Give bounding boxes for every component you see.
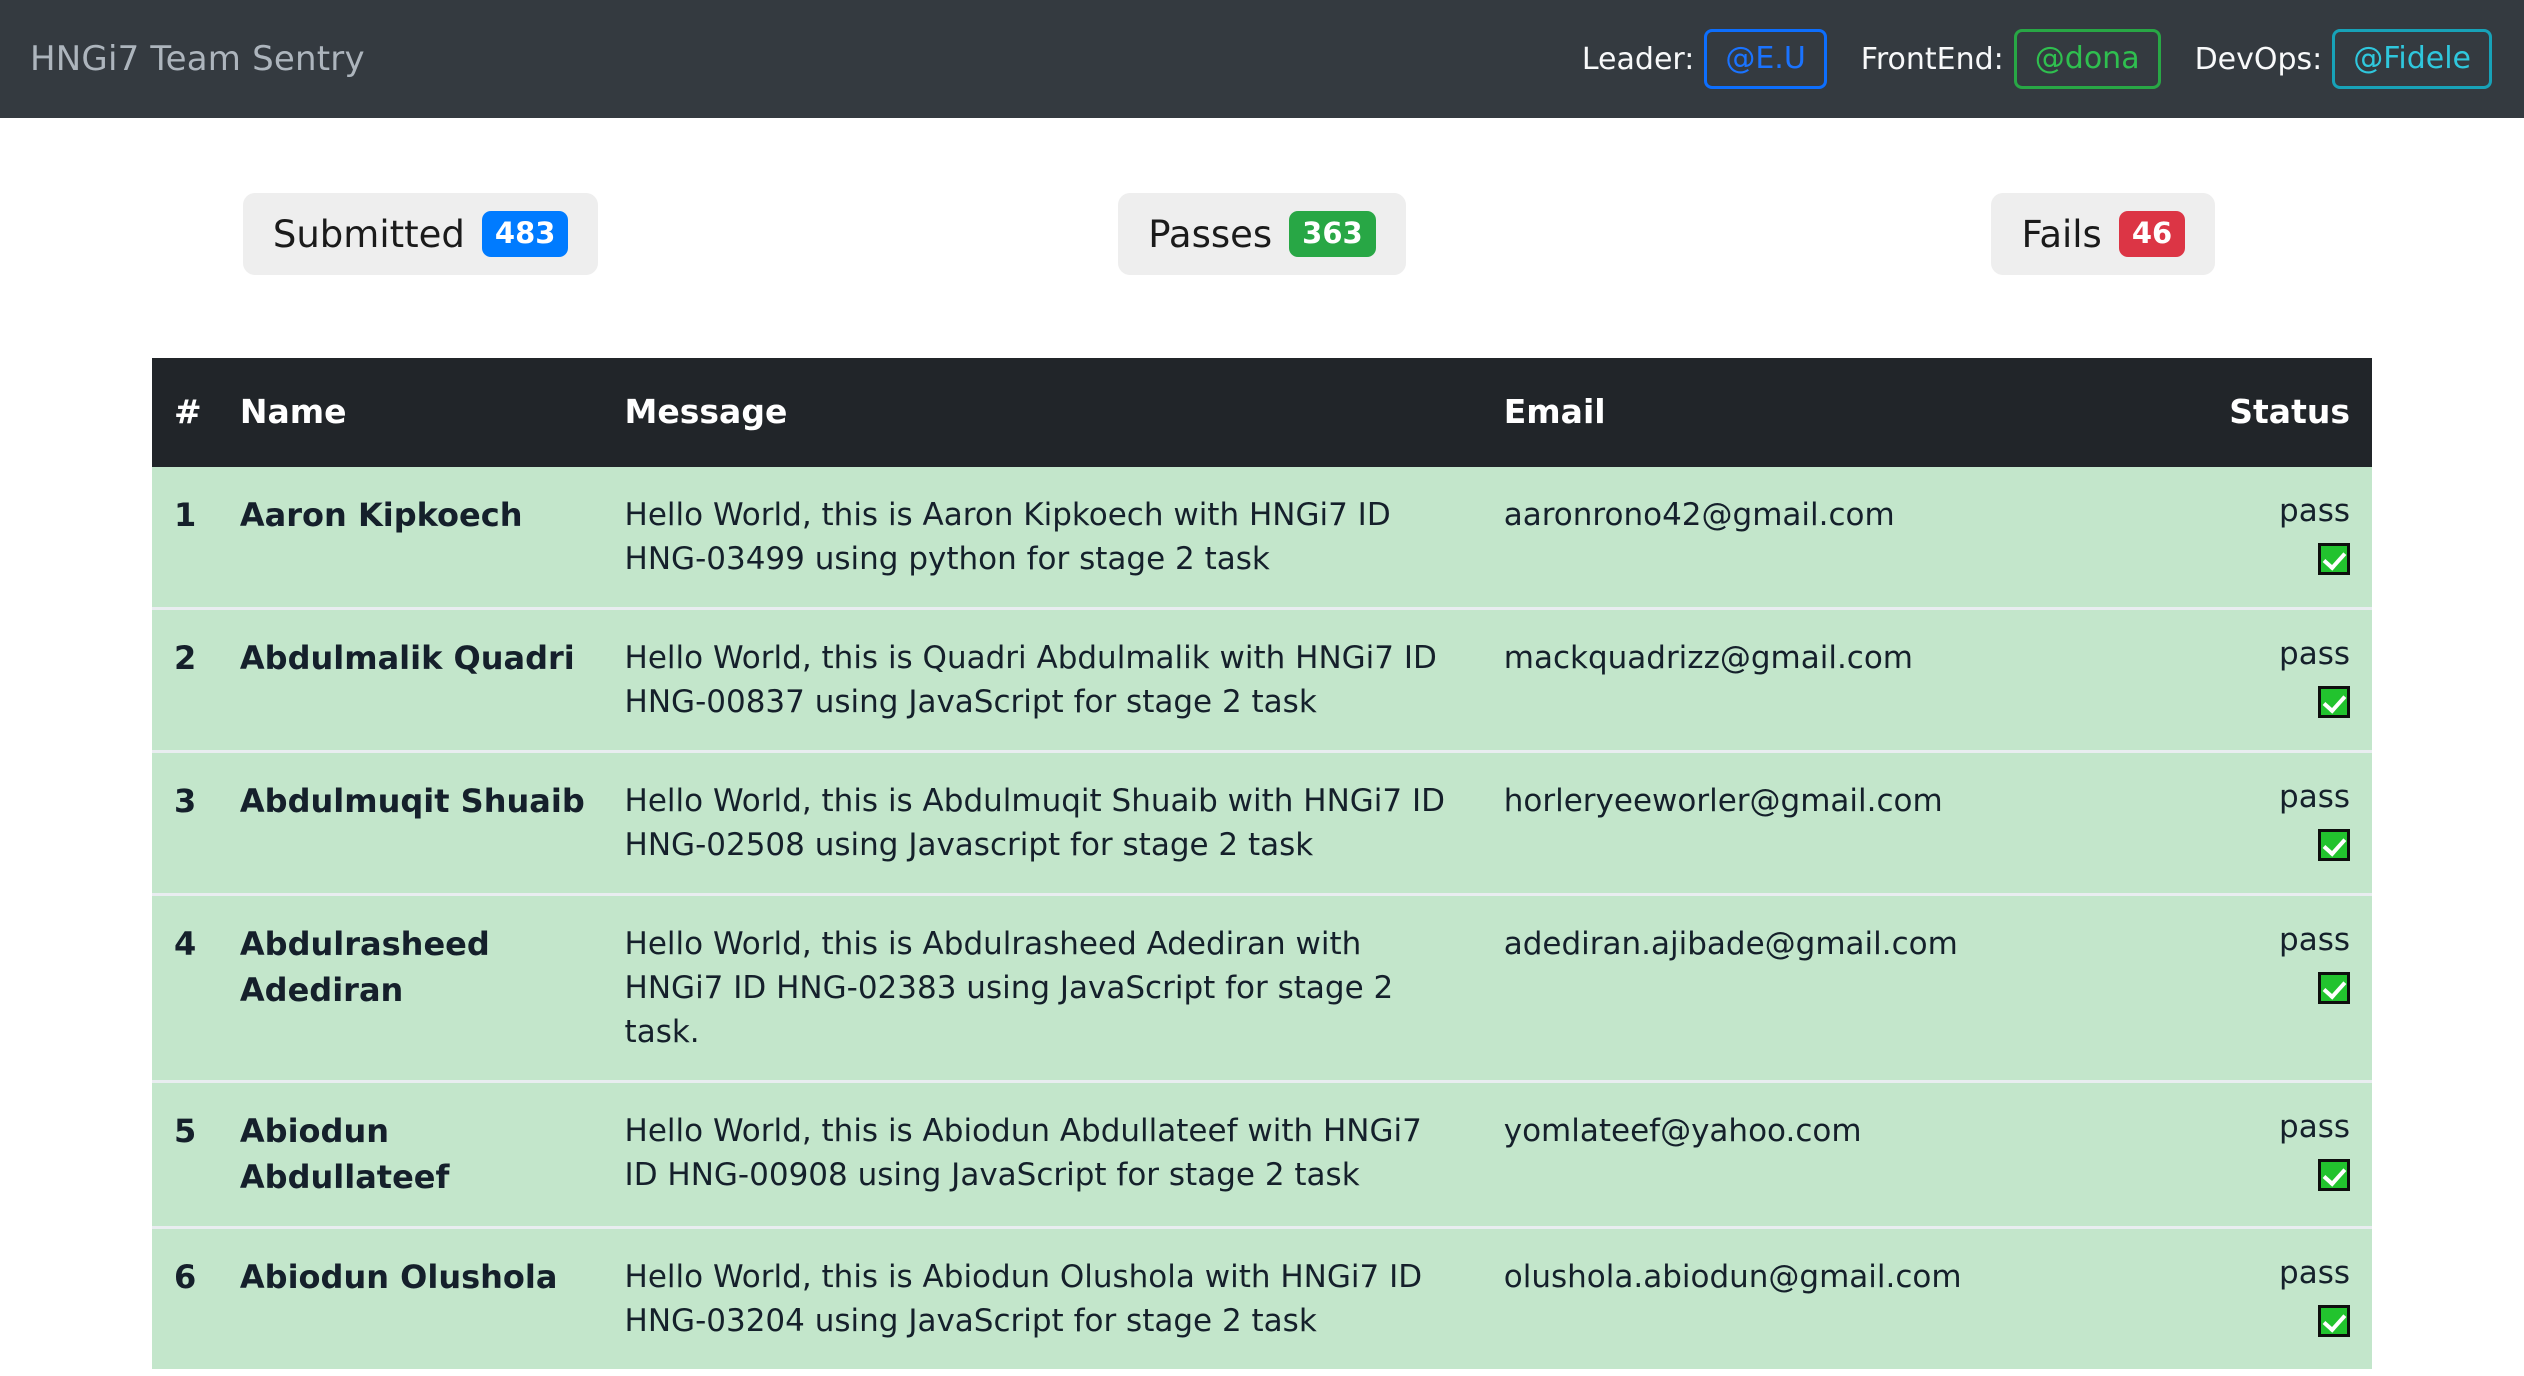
- row-status-text: pass: [2279, 1109, 2350, 1146]
- row-number: 4: [152, 893, 240, 1082]
- row-number: 3: [152, 750, 240, 895]
- stat-fails-count-badge: 46: [2118, 211, 2186, 257]
- leader-handle-button[interactable]: @E.U: [1704, 29, 1827, 89]
- row-name: Abdulmuqit Shuaib: [239, 750, 625, 895]
- row-email: olushola.abiodun@gmail.com: [1503, 1226, 2208, 1370]
- row-status-cell: pass: [2207, 607, 2372, 752]
- submissions-table-container: # Name Message Email Status 1 Aaron Kipk…: [152, 358, 2372, 1370]
- row-status-text: pass: [2279, 636, 2350, 673]
- row-name: Abdulmalik Quadri: [239, 607, 625, 752]
- stat-passes[interactable]: Passes 363: [1118, 193, 1406, 275]
- navbar-member-leader: Leader: @E.U: [1582, 29, 1827, 89]
- navbar-member-frontend: FrontEnd: @dona: [1861, 29, 2161, 89]
- row-number: 6: [152, 1226, 240, 1370]
- row-status-text: pass: [2279, 493, 2350, 529]
- row-status-cell: pass: [2207, 1080, 2372, 1228]
- check-mark-button-icon: [2318, 542, 2350, 575]
- table-row: 4 Abdulrasheed Adediran Hello World, thi…: [152, 893, 2372, 1082]
- devops-handle-button[interactable]: @Fidele: [2332, 29, 2492, 89]
- row-status-cell: pass: [2207, 750, 2372, 895]
- check-mark-button-icon: [2318, 685, 2350, 718]
- row-message: Hello World, this is Aaron Kipkoech with…: [624, 467, 1504, 609]
- submissions-table: # Name Message Email Status 1 Aaron Kipk…: [152, 358, 2372, 1370]
- row-number: 5: [152, 1080, 240, 1228]
- header-email[interactable]: Email: [1503, 358, 2208, 467]
- table-head: # Name Message Email Status: [152, 358, 2372, 467]
- header-number[interactable]: #: [152, 358, 240, 467]
- app-brand-title: HNGi7 Team Sentry: [30, 39, 365, 79]
- stats-summary-bar: Submitted 483 Passes 363 Fails 46: [0, 118, 2524, 358]
- table-row: 6 Abiodun Olushola Hello World, this is …: [152, 1226, 2372, 1370]
- row-status-text: pass: [2279, 922, 2350, 959]
- row-email: aaronrono42@gmail.com: [1503, 467, 2208, 609]
- top-navbar: HNGi7 Team Sentry Leader: @E.U FrontEnd:…: [0, 0, 2524, 118]
- table-header-row: # Name Message Email Status: [152, 358, 2372, 467]
- leader-role-label: Leader:: [1581, 41, 1695, 77]
- row-email: yomlateef@yahoo.com: [1503, 1080, 2208, 1228]
- header-message[interactable]: Message: [624, 358, 1504, 467]
- check-mark-button-icon: [2318, 1304, 2350, 1337]
- stat-cell-submitted: Submitted 483: [0, 193, 841, 275]
- row-status-text: pass: [2279, 779, 2350, 816]
- navbar-member-list: Leader: @E.U FrontEnd: @dona DevOps: @Fi…: [1548, 29, 2492, 89]
- stat-passes-label: Passes: [1148, 212, 1273, 256]
- row-message: Hello World, this is Abiodun Abdullateef…: [624, 1080, 1504, 1228]
- row-message: Hello World, this is Abdulmuqit Shuaib w…: [624, 750, 1504, 895]
- row-message: Hello World, this is Abiodun Olushola wi…: [624, 1226, 1504, 1370]
- row-message: Hello World, this is Quadri Abdulmalik w…: [624, 607, 1504, 752]
- row-status-text: pass: [2279, 1255, 2350, 1292]
- row-message: Hello World, this is Abdulrasheed Adedir…: [624, 893, 1504, 1082]
- row-number: 1: [152, 467, 240, 609]
- table-row: 1 Aaron Kipkoech Hello World, this is Aa…: [152, 467, 2372, 609]
- row-email: horleryeeworler@gmail.com: [1503, 750, 2208, 895]
- header-status[interactable]: Status: [2207, 358, 2372, 467]
- header-name[interactable]: Name: [239, 358, 625, 467]
- check-mark-button-icon: [2318, 828, 2350, 861]
- table-row: 5 Abiodun Abdullateef Hello World, this …: [152, 1080, 2372, 1228]
- stat-fails[interactable]: Fails 46: [1991, 193, 2216, 275]
- row-status-cell: pass: [2207, 893, 2372, 1082]
- frontend-role-label: FrontEnd:: [1860, 41, 2004, 77]
- stat-cell-passes: Passes 363: [841, 193, 1682, 275]
- row-email: mackquadrizz@gmail.com: [1503, 607, 2208, 752]
- stat-submitted-label: Submitted: [272, 212, 465, 256]
- row-name: Abiodun Abdullateef: [239, 1080, 625, 1228]
- row-name: Abdulrasheed Adediran: [239, 893, 625, 1082]
- devops-role-label: DevOps:: [2194, 41, 2323, 77]
- row-name: Abiodun Olushola: [239, 1226, 625, 1370]
- stat-passes-count-badge: 363: [1289, 211, 1376, 257]
- table-row: 3 Abdulmuqit Shuaib Hello World, this is…: [152, 750, 2372, 895]
- row-name: Aaron Kipkoech: [239, 467, 625, 609]
- check-mark-button-icon: [2318, 971, 2350, 1004]
- stat-fails-label: Fails: [2021, 212, 2102, 256]
- table-row: 2 Abdulmalik Quadri Hello World, this is…: [152, 607, 2372, 752]
- stat-submitted[interactable]: Submitted 483: [242, 193, 599, 275]
- row-number: 2: [152, 607, 240, 752]
- frontend-handle-button[interactable]: @dona: [2013, 29, 2161, 89]
- row-email: adediran.ajibade@gmail.com: [1503, 893, 2208, 1082]
- table-body: 1 Aaron Kipkoech Hello World, this is Aa…: [152, 467, 2372, 1370]
- row-status-cell: pass: [2207, 467, 2372, 609]
- row-status-cell: pass: [2207, 1226, 2372, 1370]
- navbar-member-devops: DevOps: @Fidele: [2195, 29, 2492, 89]
- check-mark-button-icon: [2318, 1158, 2350, 1191]
- stat-submitted-count-badge: 483: [481, 211, 569, 257]
- stat-cell-fails: Fails 46: [1683, 193, 2524, 275]
